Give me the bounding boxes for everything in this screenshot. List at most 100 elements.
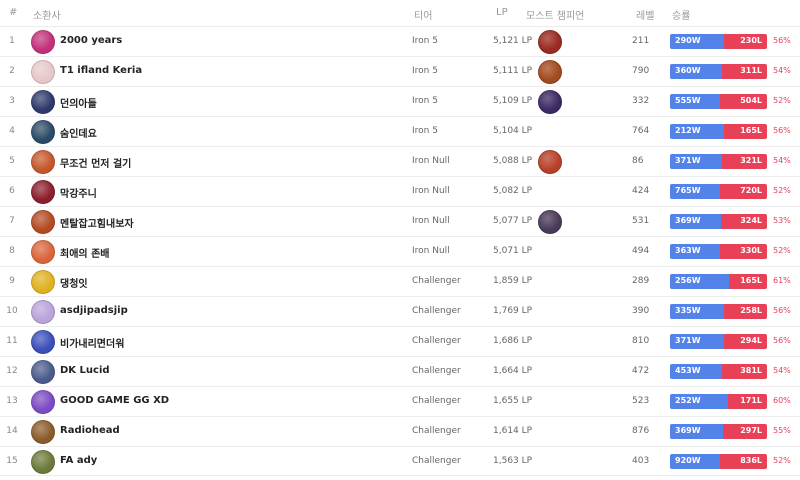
header-tier: 티어 [414, 11, 433, 22]
summoner-name-link[interactable]: 비가내리면더워 [60, 335, 124, 350]
summoner-name-link[interactable]: 최애의 존배 [60, 245, 109, 260]
wins-segment: 360W [670, 64, 722, 79]
losses-count: 330L [740, 246, 762, 255]
losses-segment: 165L [724, 124, 767, 139]
win-loss-bar: 920W 836L [670, 454, 767, 469]
tier-label: Iron 5 [412, 96, 438, 106]
level-value: 424 [632, 186, 650, 196]
most-champion-icon[interactable] [538, 150, 562, 174]
wins-segment: 252W [670, 394, 728, 409]
losses-count: 165L [740, 126, 762, 135]
lp-value: 1,655 LP [493, 396, 533, 406]
summoner-avatar[interactable] [31, 210, 55, 234]
losses-segment: 165L [729, 274, 767, 289]
level-value: 472 [632, 366, 650, 376]
win-rate-percent: 56% [773, 306, 791, 315]
lp-value: 1,686 LP [493, 336, 533, 346]
table-row[interactable]: 3 던의아들 Iron 5 5,109 LP 332 555W 504L 52% [0, 86, 800, 116]
summoner-name-link[interactable]: asdjipadsjip [60, 305, 128, 316]
summoner-avatar[interactable] [31, 60, 55, 84]
losses-segment: 720L [720, 184, 767, 199]
win-loss-bar: 290W 230L [670, 34, 767, 49]
table-row[interactable]: 15 FA ady Challenger 1,563 LP 403 920W 8… [0, 446, 800, 476]
summoner-name-link[interactable]: FA ady [60, 455, 97, 466]
table-row[interactable]: 1 2000 years Iron 5 5,121 LP 211 290W 23… [0, 26, 800, 56]
table-row[interactable]: 7 멘탈잡고힘내보자 Iron Null 5,077 LP 531 369W 3… [0, 206, 800, 236]
win-rate-percent: 60% [773, 396, 791, 405]
losses-segment: 330L [720, 244, 767, 259]
losses-segment: 504L [720, 94, 767, 109]
rank-number: 1 [9, 36, 15, 46]
lp-value: 5,077 LP [493, 216, 533, 226]
losses-count: 836L [740, 456, 762, 465]
table-row[interactable]: 13 GOOD GAME GG XD Challenger 1,655 LP 5… [0, 386, 800, 416]
summoner-name-link[interactable]: 무조건 먼저 걸기 [60, 155, 131, 170]
wins-count: 212W [675, 126, 701, 135]
summoner-name-link[interactable]: 2000 years [60, 35, 122, 46]
tier-label: Challenger [412, 426, 461, 436]
tier-label: Iron Null [412, 156, 450, 166]
table-row[interactable]: 2 T1 ifland Keria Iron 5 5,111 LP 790 36… [0, 56, 800, 86]
rank-number: 5 [9, 156, 15, 166]
summoner-name-link[interactable]: 던의아들 [60, 95, 97, 110]
rank-number: 2 [9, 66, 15, 76]
losses-count: 230L [740, 36, 762, 45]
table-row[interactable]: 14 Radiohead Challenger 1,614 LP 876 369… [0, 416, 800, 446]
header-rank: # [9, 7, 18, 18]
summoner-name-link[interactable]: 댕청잇 [60, 275, 88, 290]
summoner-avatar[interactable] [31, 90, 55, 114]
lp-value: 1,859 LP [493, 276, 533, 286]
wins-count: 369W [675, 426, 701, 435]
wins-count: 765W [675, 186, 701, 195]
most-champion-icon[interactable] [538, 30, 562, 54]
level-value: 390 [632, 306, 650, 316]
summoner-avatar[interactable] [31, 150, 55, 174]
win-loss-bar: 256W 165L [670, 274, 767, 289]
table-row[interactable]: 12 DK Lucid Challenger 1,664 LP 472 453W… [0, 356, 800, 386]
summoner-avatar[interactable] [31, 120, 55, 144]
summoner-avatar[interactable] [31, 360, 55, 384]
summoner-avatar[interactable] [31, 390, 55, 414]
summoner-avatar[interactable] [31, 420, 55, 444]
table-row[interactable]: 9 댕청잇 Challenger 1,859 LP 289 256W 165L … [0, 266, 800, 296]
summoner-avatar[interactable] [31, 270, 55, 294]
losses-count: 381L [740, 366, 762, 375]
table-row[interactable]: 5 무조건 먼저 걸기 Iron Null 5,088 LP 86 371W 3… [0, 146, 800, 176]
summoner-name-link[interactable]: 숨인데요 [60, 125, 97, 140]
rank-number: 7 [9, 216, 15, 226]
level-value: 531 [632, 216, 650, 226]
summoner-avatar[interactable] [31, 330, 55, 354]
summoner-avatar[interactable] [31, 300, 55, 324]
summoner-avatar[interactable] [31, 450, 55, 474]
summoner-avatar[interactable] [31, 240, 55, 264]
most-champion-icon[interactable] [538, 90, 562, 114]
summoner-name-link[interactable]: Radiohead [60, 425, 120, 436]
table-row[interactable]: 4 숨인데요 Iron 5 5,104 LP 764 212W 165L 56% [0, 116, 800, 146]
summoner-name-link[interactable]: GOOD GAME GG XD [60, 395, 169, 406]
summoner-avatar[interactable] [31, 30, 55, 54]
summoner-name-link[interactable]: T1 ifland Keria [60, 65, 142, 76]
rank-number: 4 [9, 126, 15, 136]
win-loss-bar: 369W 297L [670, 424, 767, 439]
losses-count: 504L [740, 96, 762, 105]
wins-segment: 290W [670, 34, 724, 49]
summoner-avatar[interactable] [31, 180, 55, 204]
table-row[interactable]: 10 asdjipadsjip Challenger 1,769 LP 390 … [0, 296, 800, 326]
tier-label: Iron 5 [412, 66, 438, 76]
win-rate-percent: 53% [773, 216, 791, 225]
win-rate-percent: 52% [773, 186, 791, 195]
summoner-name-link[interactable]: DK Lucid [60, 365, 110, 376]
win-rate-percent: 52% [773, 96, 791, 105]
win-rate-percent: 54% [773, 156, 791, 165]
most-champion-icon[interactable] [538, 60, 562, 84]
wins-segment: 335W [670, 304, 724, 319]
losses-segment: 311L [722, 64, 767, 79]
summoner-name-link[interactable]: 막강주니 [60, 185, 97, 200]
most-champion-icon[interactable] [538, 210, 562, 234]
table-row[interactable]: 11 비가내리면더워 Challenger 1,686 LP 810 371W … [0, 326, 800, 356]
table-row[interactable]: 8 최애의 존배 Iron Null 5,071 LP 494 363W 330… [0, 236, 800, 266]
wins-segment: 369W [670, 424, 723, 439]
table-row[interactable]: 6 막강주니 Iron Null 5,082 LP 424 765W 720L … [0, 176, 800, 206]
summoner-name-link[interactable]: 멘탈잡고힘내보자 [60, 215, 134, 230]
wins-segment: 555W [670, 94, 720, 109]
